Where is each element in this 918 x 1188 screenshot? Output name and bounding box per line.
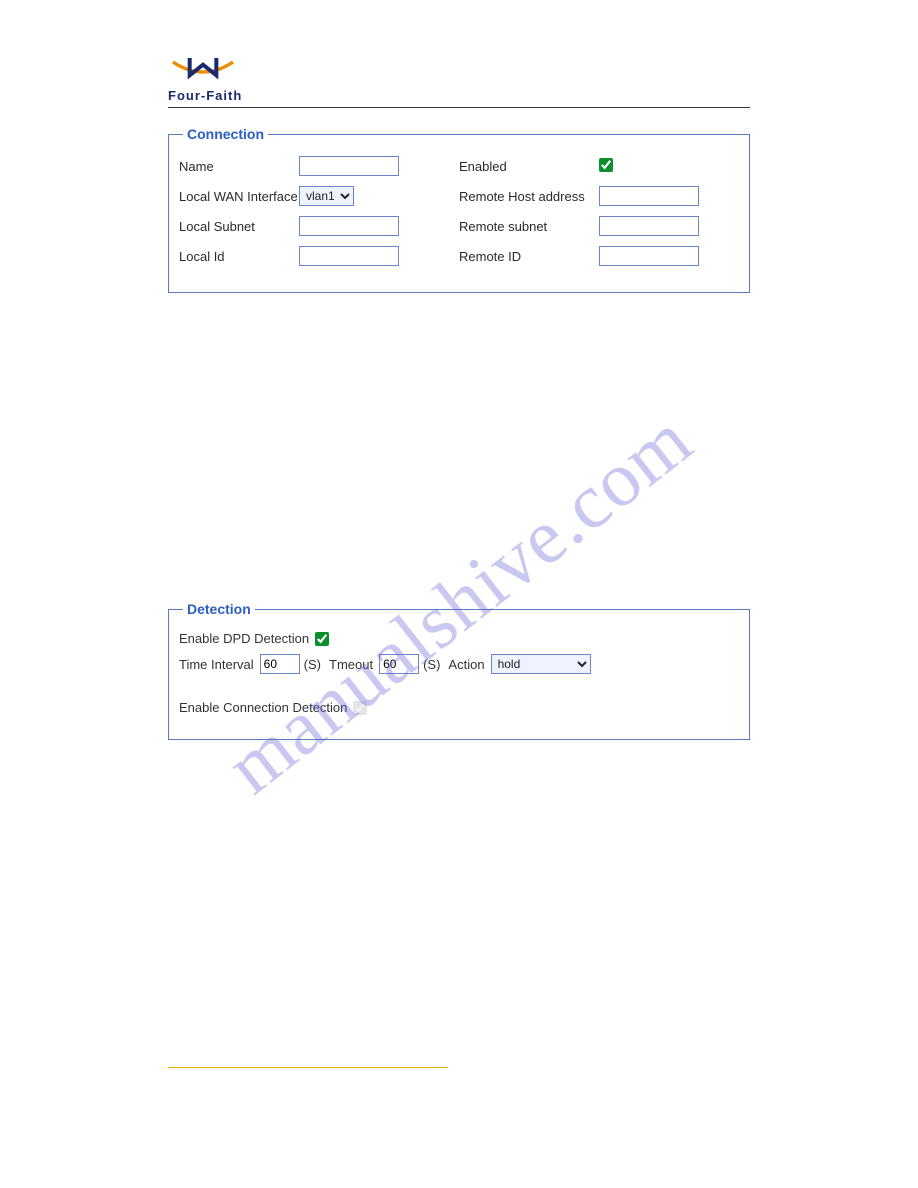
remote-subnet-input[interactable] — [599, 216, 699, 236]
conn-detect-label: Enable Connection Detection — [179, 700, 347, 715]
detection-section: Detection Enable DPD Detection Time Inte… — [168, 601, 750, 740]
connection-legend: Connection — [183, 126, 268, 142]
row-local-id: Local Id Remote ID — [179, 246, 739, 266]
row-dpd-enable: Enable DPD Detection — [179, 631, 739, 646]
brand-name: Four-Faith — [168, 88, 242, 103]
divider — [168, 107, 750, 108]
wan-label: Local WAN Interface — [179, 189, 299, 204]
tmeout-label: Tmeout — [329, 657, 373, 672]
action-select[interactable]: hold — [491, 654, 591, 674]
time-interval-input[interactable] — [260, 654, 300, 674]
row-local-subnet: Local Subnet Remote subnet — [179, 216, 739, 236]
unit-s-2: (S) — [423, 657, 440, 672]
tmeout-input[interactable] — [379, 654, 419, 674]
action-label: Action — [448, 657, 484, 672]
footer-divider — [168, 1067, 448, 1068]
unit-s-1: (S) — [304, 657, 321, 672]
spacer — [168, 321, 750, 601]
detection-legend: Detection — [183, 601, 255, 617]
wan-select[interactable]: vlan1 — [299, 186, 354, 206]
row-dpd-params: Time Interval (S) Tmeout (S) Action hold — [179, 654, 739, 674]
dpd-label: Enable DPD Detection — [179, 631, 309, 646]
remote-host-label: Remote Host address — [459, 189, 599, 204]
name-label: Name — [179, 159, 299, 174]
row-conn-detect: Enable Connection Detection — [179, 700, 739, 715]
remote-subnet-label: Remote subnet — [459, 219, 599, 234]
enabled-label: Enabled — [459, 159, 599, 174]
remote-id-input[interactable] — [599, 246, 699, 266]
local-id-label: Local Id — [179, 249, 299, 264]
brand-logo: Four-Faith — [168, 50, 750, 103]
conn-detect-checkbox — [353, 701, 367, 715]
remote-id-label: Remote ID — [459, 249, 599, 264]
local-subnet-label: Local Subnet — [179, 219, 299, 234]
brand-mark-icon — [168, 50, 238, 90]
name-input[interactable] — [299, 156, 399, 176]
remote-host-input[interactable] — [599, 186, 699, 206]
row-wan: Local WAN Interface vlan1 Remote Host ad… — [179, 186, 739, 206]
row-name: Name Enabled — [179, 156, 739, 176]
local-id-input[interactable] — [299, 246, 399, 266]
time-interval-label: Time Interval — [179, 657, 254, 672]
local-subnet-input[interactable] — [299, 216, 399, 236]
enabled-checkbox[interactable] — [599, 158, 613, 172]
dpd-checkbox[interactable] — [315, 632, 329, 646]
connection-section: Connection Name Enabled Local WAN Interf… — [168, 126, 750, 293]
